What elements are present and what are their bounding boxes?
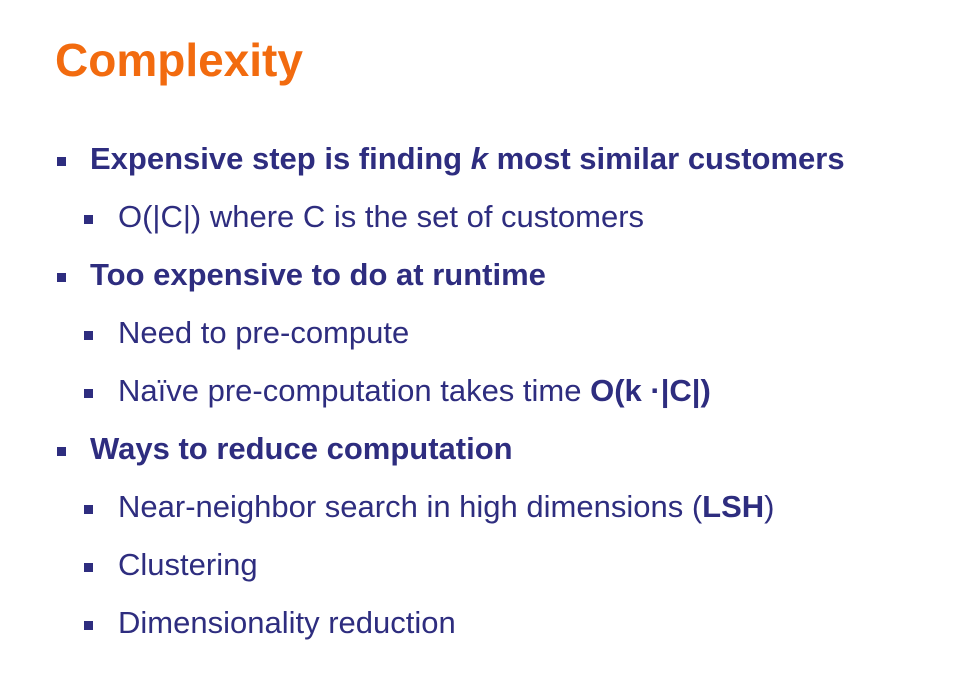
square-bullet-icon [57,447,66,456]
square-bullet-icon [84,563,93,572]
bullet-text: Dimensionality reduction [118,603,456,643]
slide: Complexity Expensive step is finding k m… [0,0,966,682]
square-bullet-icon [84,215,93,224]
bullet-text-part: ) [764,489,775,524]
bullet-text-part: most similar customers [487,141,845,176]
bullet-text: Naïve pre-computation takes time O(k ·|C… [118,371,711,411]
bullet-text-part: Dimensionality reduction [118,605,456,640]
bullet-text-bold: LSH [702,489,765,524]
bullet-text-part: Near-neighbor search in high dimensions … [118,489,703,524]
bullet-text: Near-neighbor search in high dimensions … [118,487,774,527]
bullet-text-part: O(|C|) where C is the set of customers [118,199,645,234]
square-bullet-icon [57,273,66,282]
square-bullet-icon [84,621,93,630]
bullet-text-bold: O(k ·|C|) [590,373,711,408]
square-bullet-icon [84,389,93,398]
bullet-text-part: Expensive step is finding [90,141,471,176]
bullet-text-part: Clustering [118,547,258,582]
square-bullet-icon [84,331,93,340]
bullet-text: Ways to reduce computation [90,429,513,469]
bullet-text: Too expensive to do at runtime [90,255,546,295]
bullet-text-part: Ways to reduce computation [90,431,513,466]
bullet-text-part: Naïve pre-computation takes time [118,373,591,408]
bullet-text: Need to pre-compute [118,313,409,353]
square-bullet-icon [84,505,93,514]
bullet-text-part: Too expensive to do at runtime [90,257,546,292]
bullet-text: O(|C|) where C is the set of customers [118,197,644,237]
bullet-text: Clustering [118,545,258,585]
bullet-text-part: Need to pre-compute [118,315,410,350]
slide-title: Complexity [55,34,303,86]
bullet-text: Expensive step is finding k most similar… [90,139,845,179]
bullet-text-italic: k [470,141,488,176]
square-bullet-icon [57,157,66,166]
